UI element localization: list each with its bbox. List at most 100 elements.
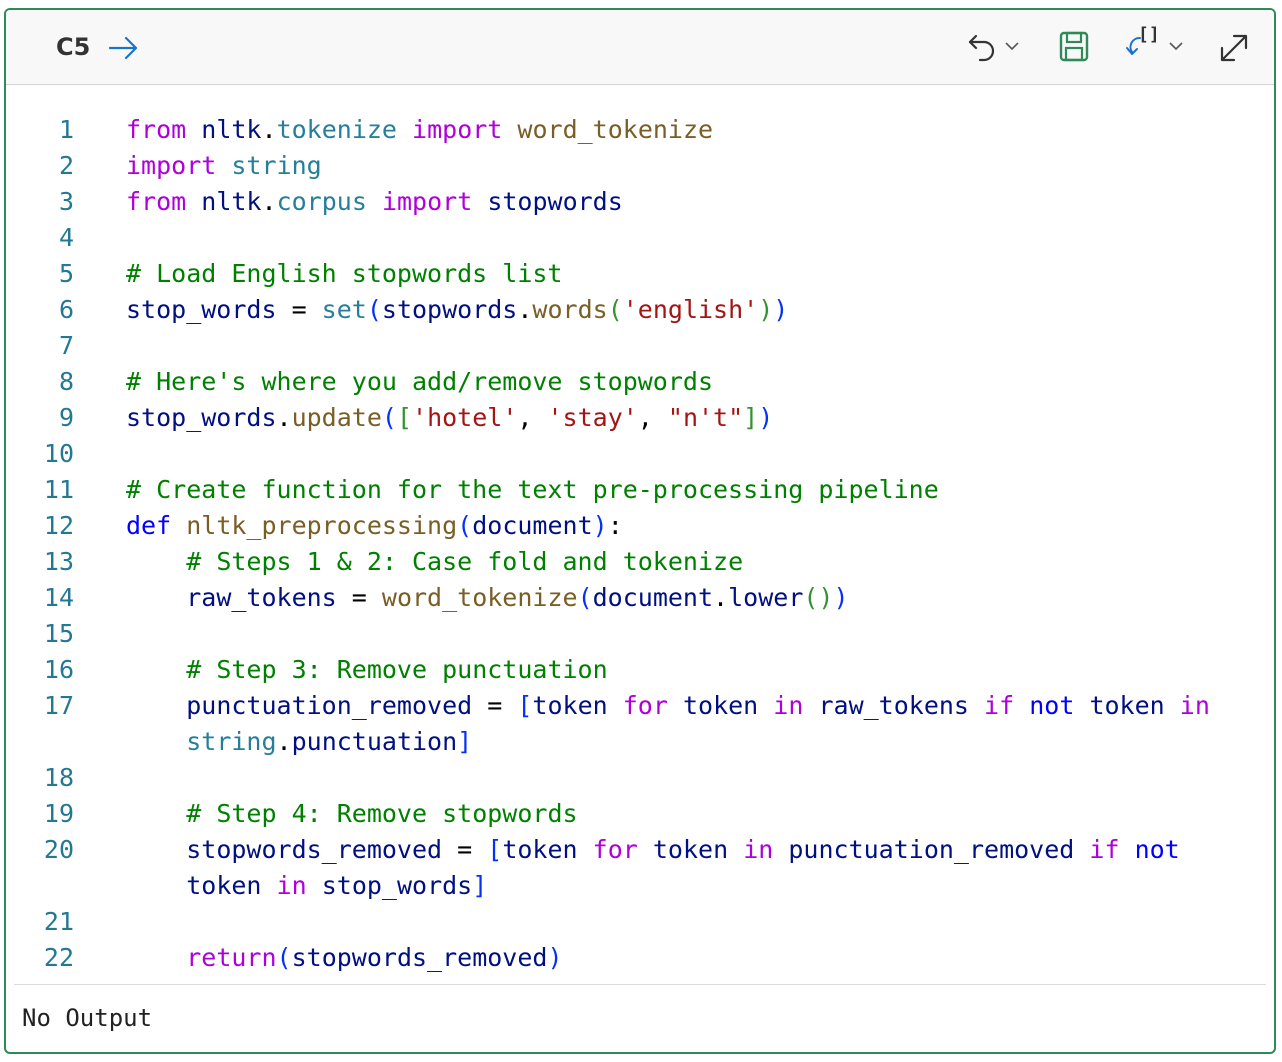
code-token: 'hotel' [412, 403, 518, 432]
code-text[interactable]: # Create function for the text pre-proce… [126, 472, 939, 508]
code-token: word_tokenize [381, 583, 578, 612]
code-line[interactable]: 10 [6, 436, 1274, 472]
code-text[interactable]: raw_tokens = word_tokenize(document.lowe… [126, 580, 849, 616]
code-token: = [442, 835, 488, 864]
code-line[interactable]: token in stop_words] [6, 868, 1274, 904]
code-token: = [276, 295, 322, 324]
code-text[interactable]: punctuation_removed = [token for token i… [126, 688, 1210, 724]
code-text[interactable]: def nltk_preprocessing(document): [126, 508, 623, 544]
code-token: import [412, 115, 503, 144]
code-text[interactable]: string.punctuation] [126, 724, 472, 760]
code-token: import [126, 151, 217, 180]
code-token: in [1179, 691, 1210, 720]
line-number: 11 [43, 475, 74, 504]
code-line[interactable]: 17 punctuation_removed = [token for toke… [6, 688, 1274, 724]
code-token: string [186, 727, 277, 756]
code-token: "n't" [667, 403, 744, 432]
code-token: # Create function for the text pre-proce… [126, 475, 939, 504]
code-line[interactable]: 22 return(stopwords_removed) [6, 940, 1274, 976]
code-line[interactable]: 12 def nltk_preprocessing(document): [6, 508, 1274, 544]
code-line[interactable]: 2 import string [6, 148, 1274, 184]
notebook-cell: C5 [] 1 from nltk.tokenize import word_t… [4, 8, 1276, 1054]
code-token: nltk [201, 115, 262, 144]
code-token: token [532, 691, 608, 720]
code-line[interactable]: 18 [6, 760, 1274, 796]
code-text[interactable]: # Load English stopwords list [126, 256, 563, 292]
undo-chevron-down-icon[interactable] [1004, 40, 1020, 52]
code-text[interactable]: stopwords_removed = [token for token in … [126, 832, 1180, 868]
code-token: ] [472, 871, 488, 900]
code-line[interactable]: 9 stop_words.update(['hotel', 'stay', "n'… [6, 400, 1274, 436]
code-text[interactable]: return(stopwords_removed) [126, 940, 562, 976]
code-line[interactable]: 11 # Create function for the text pre-pro… [6, 472, 1274, 508]
code-text[interactable]: # Steps 1 & 2: Case fold and tokenize [126, 544, 743, 580]
code-line[interactable]: 1 from nltk.tokenize import word_tokenize [6, 112, 1274, 148]
code-line[interactable]: 6 stop_words = set(stopwords.words('engli… [6, 292, 1274, 328]
code-line[interactable]: 7 [6, 328, 1274, 364]
code-line[interactable]: 4 [6, 220, 1274, 256]
code-text[interactable]: # Step 4: Remove stopwords [126, 796, 577, 832]
code-text[interactable]: # Step 3: Remove punctuation [126, 652, 607, 688]
code-token: return [186, 943, 277, 972]
code-text[interactable]: stop_words.update(['hotel', 'stay', "n't… [126, 400, 773, 436]
line-number: 13 [43, 547, 74, 576]
chevron-down-icon[interactable] [1168, 40, 1184, 52]
code-line[interactable]: 5 # Load English stopwords list [6, 256, 1274, 292]
code-token: in [276, 871, 307, 900]
line-number: 10 [43, 439, 74, 468]
code-line[interactable]: 20 stopwords_removed = [token for token … [6, 832, 1274, 868]
code-line[interactable]: 21 [6, 904, 1274, 940]
code-token: tokenize [276, 115, 397, 144]
code-token: . [276, 727, 292, 756]
code-token: [ [396, 403, 413, 432]
save-icon[interactable] [1058, 30, 1090, 64]
code-token: ( [607, 295, 623, 324]
code-line[interactable]: 13 # Steps 1 & 2: Case fold and tokenize [6, 544, 1274, 580]
code-token: raw_tokens [818, 691, 969, 720]
code-editor[interactable]: 1 from nltk.tokenize import word_tokenize… [6, 112, 1274, 976]
code-token: word_tokenize [517, 115, 714, 144]
code-token: punctuation_removed [186, 691, 473, 720]
code-text[interactable]: from nltk.corpus import stopwords [126, 184, 623, 220]
code-line[interactable]: 8 # Here's where you add/remove stopwords [6, 364, 1274, 400]
code-line[interactable]: 14 raw_tokens = word_tokenize(document.l… [6, 580, 1274, 616]
line-number: 4 [58, 223, 74, 252]
code-line[interactable]: 16 # Step 3: Remove punctuation [6, 652, 1274, 688]
code-line[interactable]: 3 from nltk.corpus import stopwords [6, 184, 1274, 220]
arrow-right-icon[interactable] [106, 30, 142, 66]
code-text[interactable]: from nltk.tokenize import word_tokenize [126, 112, 713, 148]
undo-icon[interactable] [966, 30, 1000, 66]
code-token: # Load English stopwords list [126, 259, 563, 288]
expand-icon[interactable] [1216, 30, 1252, 66]
code-token: 'english' [622, 295, 759, 324]
line-number: 7 [58, 331, 74, 360]
code-token: document [592, 583, 714, 612]
code-line[interactable]: 19 # Step 4: Remove stopwords [6, 796, 1274, 832]
code-token: ) [758, 403, 774, 432]
code-token: stopwords [381, 295, 518, 324]
code-line[interactable]: string.punctuation] [6, 724, 1274, 760]
code-token: update [291, 403, 382, 432]
line-number: 12 [43, 511, 74, 540]
code-line[interactable]: 15 [6, 616, 1274, 652]
code-text[interactable]: import string [126, 148, 322, 184]
brackets-label: [] [1138, 24, 1160, 45]
code-text[interactable]: token in stop_words] [126, 868, 487, 904]
code-token: ( [577, 583, 593, 612]
line-number: 9 [58, 403, 74, 432]
code-token: stop_words [321, 871, 473, 900]
code-token: ) [833, 583, 849, 612]
code-text[interactable]: # Here's where you add/remove stopwords [126, 364, 713, 400]
code-token: , [517, 403, 548, 432]
code-text[interactable]: stop_words = set(stopwords.words('englis… [126, 292, 788, 328]
